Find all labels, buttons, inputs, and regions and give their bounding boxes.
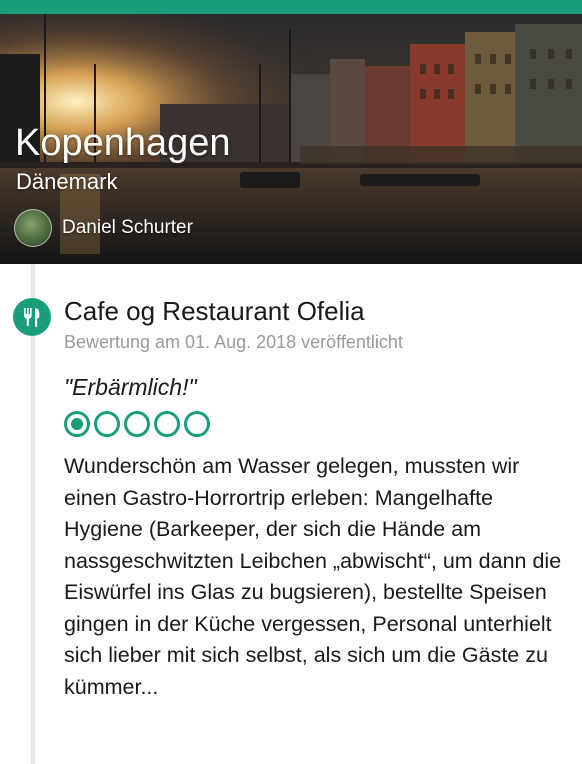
review-title: "Erbärmlich!": [64, 373, 197, 400]
avatar[interactable]: [14, 209, 52, 247]
rating-bubble-filled: [64, 411, 90, 438]
author-name[interactable]: Daniel Schurter: [62, 217, 193, 239]
rating-bubble-empty: [94, 411, 120, 438]
timeline-line: [31, 264, 35, 764]
country-subtitle: Dänemark: [16, 169, 118, 194]
rating-bubble-empty: [124, 411, 150, 438]
top-accent-bar: [0, 0, 582, 14]
place-name[interactable]: Cafe og Restaurant Ofelia: [64, 296, 564, 327]
rating-bubbles: [64, 411, 564, 438]
rating-bubble-empty: [154, 411, 180, 438]
city-title: Kopenhagen: [15, 122, 231, 164]
author-row[interactable]: Daniel Schurter: [14, 209, 193, 247]
review-card[interactable]: Cafe og Restaurant Ofelia Bewertung am 0…: [64, 296, 564, 703]
review-date: Bewertung am 01. Aug. 2018 veröffentlich…: [64, 332, 403, 353]
fork-knife-glyph: [24, 308, 40, 328]
fork-knife-icon: [13, 298, 51, 336]
rating-bubble-empty: [184, 411, 210, 438]
review-body: Wunderschön am Wasser gelegen, mussten w…: [64, 454, 562, 699]
hero-banner: Kopenhagen Dänemark Daniel Schurter: [0, 14, 582, 264]
